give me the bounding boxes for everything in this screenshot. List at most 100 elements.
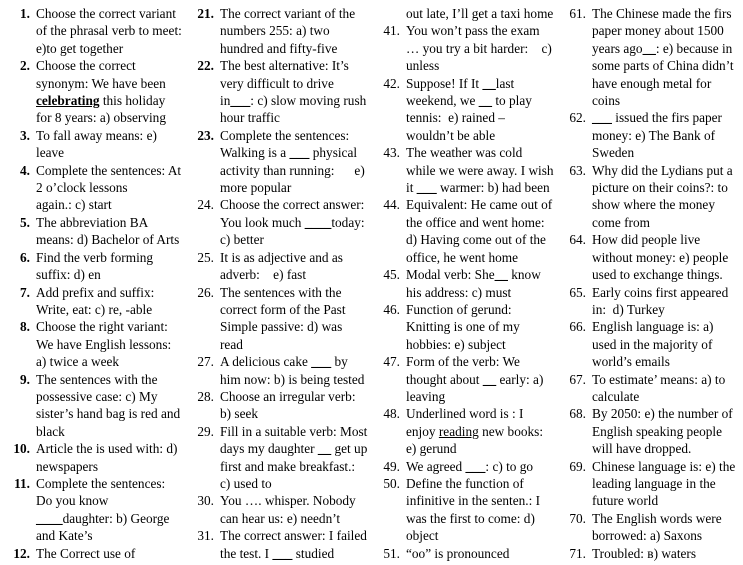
fill-in-blank: __ (482, 371, 497, 387)
text-run: Underlined word (406, 406, 500, 422)
question-text: Equivalent: He came out of the office an… (406, 196, 554, 266)
question-number: 68. (569, 406, 586, 422)
fill-in-blank: ____ (36, 510, 63, 526)
question-number: 21. (197, 6, 214, 21)
question-item: 2. Choose the correct synonym: We have be… (4, 57, 182, 127)
question-number: 11. (14, 475, 30, 491)
question-item: 26. The sentences with the correct form o… (188, 284, 368, 354)
text-run: The English words were borrowed: a) Saxo… (592, 510, 722, 544)
column-container: 1. Choose the correct variant of the phra… (0, 0, 743, 565)
question-number: 67. (569, 371, 586, 387)
text-run: Suppose! If It (406, 75, 483, 91)
text-run: Find the verb forming suffix: d) en (36, 249, 154, 283)
question-number: 3. (20, 127, 30, 143)
question-number: 23. (197, 127, 214, 143)
text-run: get together (56, 40, 124, 56)
question-number: 61. (569, 6, 586, 21)
text-run: warmer: b) had been (436, 180, 550, 196)
fill-in-blank: __ (478, 93, 493, 109)
question-text: ___ issued the firs paper money: e) The … (592, 109, 741, 161)
question-number: 51. (383, 545, 400, 561)
question-item: 4. Complete the sentences: At 2 o’clock l… (4, 162, 182, 214)
question-item: 51. “oo” is pronounced differently in the… (374, 545, 554, 565)
question-text: The English words were borrowed: a) Saxo… (592, 510, 741, 545)
question-number: 24. (197, 197, 214, 213)
text-run: The correct variant of the numbers 255: … (220, 6, 356, 56)
document-page: 1. Choose the correct variant of the phra… (0, 0, 743, 565)
question-item: 46. Function of gerund: Knitting is one o… (374, 301, 554, 353)
question-text: Why did the Lydians put a picture on the… (592, 162, 741, 232)
column-4: 61. The Chinese made the firs paper money… (558, 5, 743, 565)
text-run: Choose the right variant: We have Englis… (36, 319, 172, 370)
underlined-text: reading (438, 423, 479, 439)
question-item: 23. Complete the sentences: Walking is a … (188, 127, 368, 197)
text-run: Function of gerund: Knitting is one of m… (406, 301, 520, 352)
question-item: 64. How did people live without money: e)… (560, 231, 741, 283)
question-item: 41. You won’t pass the exam … you try a b… (374, 22, 554, 74)
fill-in-blank: ___ (416, 180, 437, 196)
text-run: Article (36, 441, 77, 457)
text-run: We agreed (406, 458, 466, 474)
question-number: 41. (383, 23, 400, 39)
question-number: 42. (383, 75, 400, 91)
italic-text: the (76, 441, 93, 457)
text-run: : c) to go (485, 458, 534, 474)
question-number: 26. (197, 284, 214, 300)
question-item: 49. We agreed ___: c) to go (374, 458, 554, 475)
text-run: Add prefix and suffix: Write, eat: c) re… (36, 284, 155, 317)
text-run: English language is: a) used in the majo… (592, 319, 714, 370)
text-run: Complete the sentences: At 2 o’clock les… (36, 162, 182, 196)
question-item: 3. To fall away means: e) leave (4, 127, 182, 162)
question-item: 69. Chinese language is: e) the leading l… (560, 458, 741, 510)
fill-in-blank: ___ (289, 145, 310, 161)
question-item: 50. Define the function of infinitive in … (374, 475, 554, 545)
question-number: 69. (569, 458, 586, 474)
question-item: 24. Choose the correct answer: You look m… (188, 196, 368, 248)
question-item: 25. It is as adjective and as adverb: e) … (188, 249, 368, 284)
text-run: Define the function of infinitive in the… (406, 475, 541, 544)
question-text: Modal verb: She__ know his address: c) m… (406, 266, 554, 301)
question-item: 42. Suppose! If It __last weekend, we __ … (374, 75, 554, 145)
fill-in-blank: ___ (311, 354, 332, 370)
question-number: 66. (569, 319, 586, 335)
text-run: Equivalent: He came out of the office an… (406, 197, 553, 265)
question-number: 65. (569, 284, 586, 300)
text-run: Troubled: в) waters (592, 545, 697, 561)
text-run: To fall away means: e) leave (36, 127, 157, 161)
question-text: Fill in a suitable verb: Most days my da… (220, 423, 368, 493)
question-item: 21. The correct variant of the numbers 25… (188, 5, 368, 57)
question-number: 7. (20, 284, 30, 300)
question-text: Function of gerund: Knitting is one of m… (406, 301, 554, 353)
question-number: 49. (383, 458, 400, 474)
question-item: 61. The Chinese made the firs paper money… (560, 5, 741, 109)
question-number: 30. (197, 493, 214, 509)
question-number: 31. (197, 528, 214, 544)
spellcheck-underlined-text: coins?: (676, 180, 715, 196)
question-item: 11. Complete the sentences: Do you know _… (4, 475, 182, 545)
question-text: Article the is used with: d) newspapers (36, 440, 182, 475)
question-text: Add prefix and suffix: Write, eat: c) re… (36, 284, 182, 319)
question-text: The Correct use of preposition: I’m glad… (36, 545, 182, 565)
question-number: 8. (20, 319, 30, 335)
question-text: The Chinese made the firs paper money ab… (592, 5, 741, 109)
question-item: 29. Fill in a suitable verb: Most days my… (188, 423, 368, 493)
question-number: 2. (20, 58, 30, 74)
question-item: 10. Article the is used with: d) newspape… (4, 440, 182, 475)
question-number: 43. (383, 145, 400, 161)
text-run: A delicious cake (220, 354, 312, 370)
spellcheck-underlined-text: things (686, 267, 720, 283)
question-text: The best alternative: It’s very difficul… (220, 57, 368, 127)
text-run: You won’t pass the exam … you try a bit … (406, 23, 552, 74)
question-number: 22. (197, 58, 214, 74)
question-item: 22. The best alternative: It’s very diffi… (188, 57, 368, 127)
question-text: You …. whisper. Nobody can hear us: e) n… (220, 492, 368, 527)
question-number: 63. (569, 162, 586, 178)
question-text: Suppose! If It __last weekend, we __ to … (406, 75, 554, 145)
fill-in-blank: __ (482, 75, 496, 91)
question-number: 5. (20, 214, 30, 230)
question-text: Form of the verb: We thought about __ ea… (406, 353, 554, 405)
text-run: The sentences with the correct form of t… (220, 284, 346, 352)
text-run: The abbreviation BA means: d) Bachelor o… (36, 214, 180, 248)
text-run: The sentences with the possessive case: … (36, 371, 181, 439)
fill-in-blank: ___ (272, 545, 293, 561)
